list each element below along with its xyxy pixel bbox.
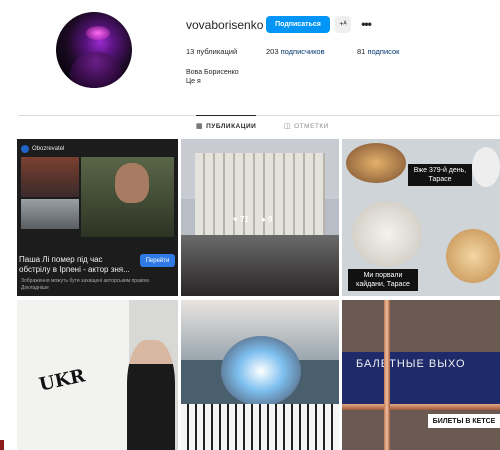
news-go-button[interactable]: Перейти	[140, 254, 175, 267]
post-source-name: Obozrevatel	[32, 146, 65, 152]
post-synth-photo[interactable]	[181, 300, 339, 450]
follow-button[interactable]: Подписаться	[266, 16, 330, 33]
grid-icon: ▦	[196, 123, 204, 130]
photo-keyboard	[181, 404, 339, 450]
followers-link[interactable]: 203 подписчиков	[266, 47, 353, 56]
tabs-divider	[18, 115, 500, 116]
meme-cat-2	[352, 201, 422, 267]
profile-stats: 13 публикаций 203 подписчиков 81 подписо…	[186, 47, 403, 56]
profile-bio: Це я	[186, 78, 201, 85]
profile-avatar[interactable]	[56, 12, 132, 88]
photo-pole	[384, 300, 390, 450]
news-photo-2	[21, 199, 79, 229]
post-news-card[interactable]: Obozrevatel Паша Лі помер під час обстрі…	[17, 139, 178, 296]
add-person-icon: +ᴬ	[339, 21, 347, 28]
posts-count: 13 публикаций	[186, 47, 262, 56]
meme-cat-4	[472, 147, 500, 187]
tab-tagged[interactable]: ◫ ОТМЕТКИ	[284, 122, 329, 131]
meme-caption-top: Вже 379-й день, Тарасе	[408, 164, 472, 186]
meme-cat-3	[446, 229, 500, 283]
suggest-user-button[interactable]: +ᴬ	[335, 16, 351, 33]
profile-full-name: Вова Борисенко	[186, 69, 239, 76]
tickets-sign: БИЛЕТЫ В КЕТСЕ	[428, 414, 500, 428]
following-count-value: 81	[357, 47, 366, 56]
post-theatre-photo[interactable]: БАЛЕТНЫЕ ВЫХО БИЛЕТЫ В КЕТСЕ	[342, 300, 500, 450]
news-headline: Паша Лі помер під час обстрілу в Ірпені …	[19, 255, 130, 274]
tab-publications-label: ПУБЛИКАЦИИ	[206, 122, 257, 130]
edge-mark	[0, 440, 4, 450]
comment-stat: ● 0	[261, 215, 273, 224]
heart-icon: ♥	[233, 215, 238, 224]
news-photo-face	[115, 163, 149, 203]
post-graffiti-wall[interactable]: UKR	[17, 300, 178, 450]
meme-caption-bottom: Ми порвали кайдани, Тарасе	[348, 269, 418, 291]
post-source: Obozrevatel	[21, 145, 64, 153]
comment-count: 0	[267, 215, 273, 224]
tab-tagged-label: ОТМЕТКИ	[294, 122, 329, 130]
comment-icon: ●	[260, 215, 266, 224]
followers-count-label: подписчиков	[280, 47, 325, 56]
more-options-icon[interactable]: •••	[359, 15, 373, 32]
following-count-label: подписок	[367, 47, 400, 56]
avatar-figure	[70, 52, 122, 88]
post-cats-meme[interactable]: Вже 379-й день, Тарасе Ми порвали кайдан…	[342, 139, 500, 296]
meme-cat-1	[346, 143, 406, 183]
news-photo-1	[21, 157, 79, 197]
photo-person	[127, 340, 175, 450]
tag-icon: ◫	[284, 123, 292, 130]
theatre-banner-text: БАЛЕТНЫЕ ВЫХО	[356, 358, 466, 370]
following-link[interactable]: 81 подписок	[357, 47, 399, 56]
photo-light-orb	[221, 336, 301, 406]
photo-crowd	[181, 235, 339, 296]
posts-count-value: 13	[186, 47, 195, 56]
like-count: 71	[239, 215, 249, 224]
post-building-photo[interactable]: ♥ 71 ● 0	[181, 139, 339, 296]
tab-publications[interactable]: ▦ ПУБЛИКАЦИИ	[196, 115, 257, 130]
news-copyright-note: Зображення можуть бути захищені авторськ…	[21, 278, 151, 291]
like-stat: ♥ 71	[233, 215, 249, 224]
followers-count-value: 203	[266, 47, 279, 56]
posts-count-label: публикаций	[196, 47, 238, 56]
photo-handrail	[342, 404, 500, 410]
avatar-glow	[86, 26, 110, 40]
post-hover-stats: ♥ 71 ● 0	[233, 215, 272, 224]
source-logo-icon	[21, 145, 29, 153]
profile-username: vovaborisenko	[186, 18, 264, 32]
